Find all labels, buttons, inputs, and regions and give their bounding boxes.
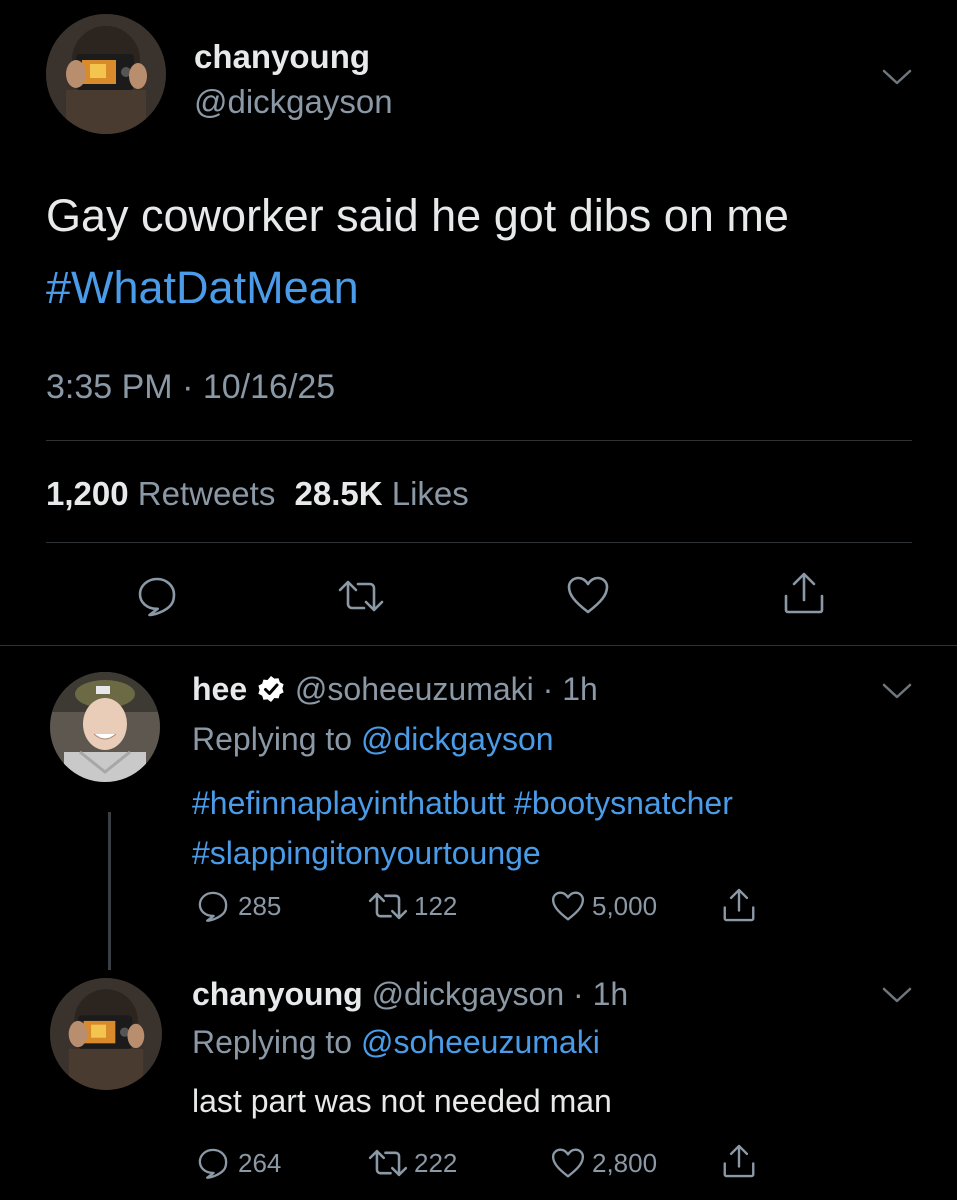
reply-action[interactable]: 264 — [196, 1146, 281, 1180]
reply-action[interactable]: 285 — [196, 889, 281, 923]
divider — [0, 645, 957, 646]
like-count: 5,000 — [592, 890, 658, 921]
reply-header: chanyoung @dickgayson · 1h — [192, 976, 628, 1013]
replying-to: Replying to @dickgayson — [192, 721, 554, 758]
retweet-action[interactable]: 122 — [366, 889, 457, 923]
avatar-image — [50, 672, 160, 782]
retweet-icon[interactable] — [336, 576, 386, 616]
engagement-stats: 1,200 Retweets 28.5K Likes — [46, 475, 469, 513]
like-count: 2,800 — [592, 1147, 658, 1178]
like-icon[interactable] — [550, 1146, 586, 1180]
thread-line — [108, 812, 111, 970]
reply-icon[interactable] — [196, 889, 230, 923]
mention-link[interactable]: @dickgayson — [361, 721, 554, 757]
hashtag-link[interactable]: #slappingitonyourtounge — [192, 835, 541, 871]
like-icon[interactable] — [565, 574, 611, 616]
avatar[interactable] — [50, 978, 162, 1090]
display-name[interactable]: chanyoung — [192, 976, 363, 1012]
tweet-time[interactable]: 3:35 PM — [46, 368, 173, 406]
reply-count: 264 — [238, 1147, 282, 1178]
display-name[interactable]: hee — [192, 671, 247, 707]
divider — [46, 542, 912, 543]
tweet-date[interactable]: 10/16/25 — [203, 368, 335, 406]
retweets-label[interactable]: Retweets — [138, 475, 276, 512]
hashtag-link[interactable]: #hefinnaplayinthatbutt — [192, 785, 505, 821]
separator-dot: · — [564, 976, 593, 1012]
hashtag-link[interactable]: #WhatDatMean — [46, 262, 359, 314]
hashtag-link[interactable]: #bootysnatcher — [514, 785, 733, 821]
avatar[interactable] — [46, 14, 166, 134]
replying-prefix: Replying to — [192, 1024, 353, 1060]
reply-text: #hefinnaplayinthatbutt #bootysnatcher #s… — [192, 778, 912, 878]
display-name[interactable]: chanyoung — [194, 38, 370, 76]
tweet-age[interactable]: 1h — [562, 671, 598, 707]
replying-prefix: Replying to — [192, 721, 353, 757]
tweet-age[interactable]: 1h — [593, 976, 629, 1012]
likes-label[interactable]: Likes — [392, 475, 469, 512]
share-icon[interactable] — [720, 1142, 758, 1180]
mention-link[interactable]: @soheeuzumaki — [361, 1024, 600, 1060]
replying-to: Replying to @soheeuzumaki — [192, 1024, 600, 1061]
likes-count[interactable]: 28.5K — [295, 475, 383, 512]
reply-icon[interactable] — [196, 1146, 230, 1180]
retweet-icon[interactable] — [366, 889, 410, 923]
retweet-icon[interactable] — [366, 1146, 410, 1180]
retweet-action[interactable]: 222 — [366, 1146, 457, 1180]
chevron-down-icon[interactable] — [880, 680, 914, 702]
share-icon[interactable] — [720, 886, 758, 924]
tweet-text: Gay coworker said he got dibs on me — [46, 190, 789, 241]
retweets-count[interactable]: 1,200 — [46, 475, 129, 512]
chevron-down-icon[interactable] — [880, 984, 914, 1006]
verified-badge-icon — [258, 675, 284, 702]
retweet-count: 122 — [414, 890, 458, 921]
like-icon[interactable] — [550, 889, 586, 923]
separator-dot: · — [182, 368, 203, 406]
reply-icon[interactable] — [135, 574, 179, 618]
avatar-image — [46, 14, 166, 134]
avatar[interactable] — [50, 672, 160, 782]
handle[interactable]: @dickgayson — [194, 83, 393, 121]
share-icon[interactable] — [780, 570, 828, 616]
like-action[interactable]: 2,800 — [550, 1146, 657, 1180]
reply-header: hee @soheeuzumaki · 1h — [192, 671, 598, 708]
reply-count: 285 — [238, 890, 282, 921]
handle[interactable]: @dickgayson — [372, 976, 565, 1012]
separator-dot: · — [533, 671, 563, 707]
retweet-count: 222 — [414, 1147, 458, 1178]
chevron-down-icon[interactable] — [880, 66, 914, 88]
like-action[interactable]: 5,000 — [550, 889, 657, 923]
avatar-image — [50, 978, 162, 1090]
handle[interactable]: @soheeuzumaki — [295, 671, 534, 707]
timestamp: 3:35 PM · 10/16/25 — [46, 368, 335, 407]
divider — [46, 440, 912, 441]
reply-text: last part was not needed man — [192, 1083, 612, 1119]
